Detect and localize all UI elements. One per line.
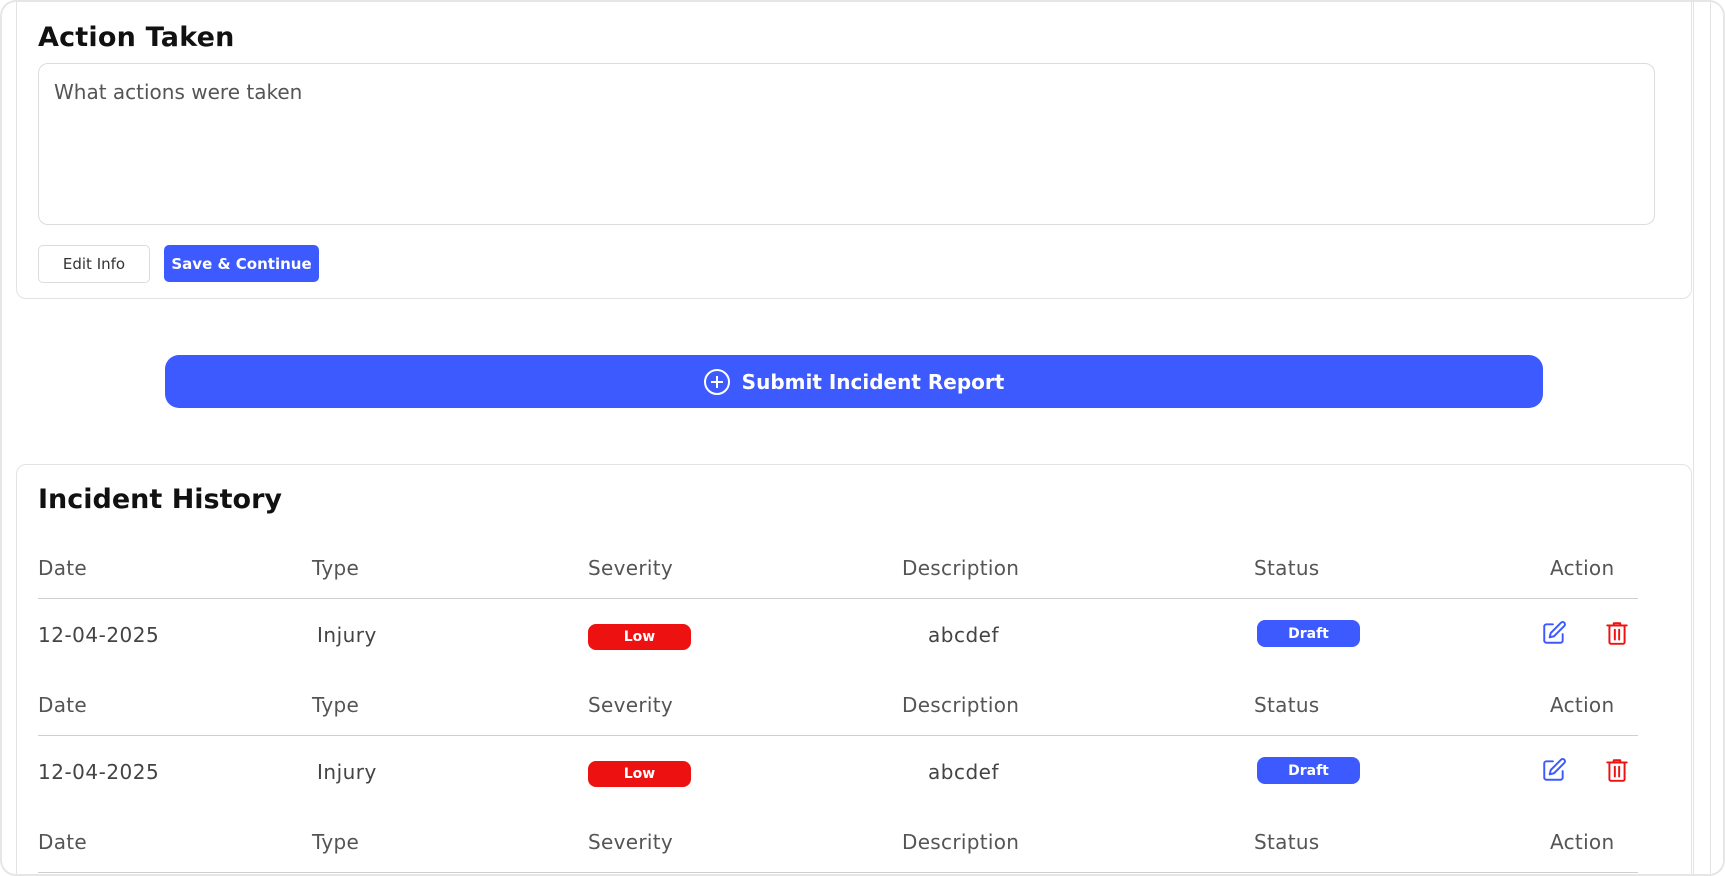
column-header-date: Date [38,830,88,854]
row-description: abcdef [928,623,999,647]
severity-badge: Low [588,761,691,787]
divider [38,735,1638,736]
action-taken-input[interactable] [38,63,1655,225]
row-description: abcdef [928,760,999,784]
page-frame: Action Taken Edit Info Save & Continue S… [0,0,1725,876]
edit-icon[interactable] [1541,757,1567,783]
column-header-description: Description [902,693,1020,717]
column-header-description: Description [902,830,1020,854]
edit-info-button[interactable]: Edit Info [38,245,150,283]
column-header-date: Date [38,556,88,580]
trash-icon[interactable] [1604,620,1630,646]
submit-incident-report-label: Submit Incident Report [741,369,1005,394]
table-header: Date Type Severity Description Status Ac… [38,830,1638,870]
column-header-type: Type [312,693,360,717]
table-row: 12-04-2025 Injury Low abcdef Draft [38,757,1638,800]
row-date: 12-04-2025 [38,623,160,647]
status-badge: Draft [1257,620,1360,647]
column-header-date: Date [38,693,88,717]
column-header-status: Status [1254,830,1320,854]
column-header-type: Type [312,830,360,854]
submit-incident-report-button[interactable]: Submit Incident Report [165,355,1543,408]
column-header-severity: Severity [588,693,673,717]
column-header-action: Action [1550,556,1615,580]
save-continue-button[interactable]: Save & Continue [164,245,319,282]
table-header: Date Type Severity Description Status Ac… [38,693,1638,733]
column-header-type: Type [312,556,360,580]
divider [38,872,1638,873]
plus-circle-icon [703,368,730,395]
column-header-severity: Severity [588,556,673,580]
column-header-status: Status [1254,693,1320,717]
row-date: 12-04-2025 [38,760,160,784]
table-header: Date Type Severity Description Status Ac… [38,556,1638,596]
scrollbar[interactable] [1693,2,1723,874]
divider [38,598,1638,599]
table-row: 12-04-2025 Injury Low abcdef Draft [38,620,1638,663]
row-type: Injury [317,623,377,647]
column-header-description: Description [902,556,1020,580]
column-header-severity: Severity [588,830,673,854]
trash-icon[interactable] [1604,757,1630,783]
action-taken-title: Action Taken [38,22,235,53]
incident-history-title: Incident History [38,484,282,515]
status-badge: Draft [1257,757,1360,784]
column-header-action: Action [1550,693,1615,717]
column-header-action: Action [1550,830,1615,854]
column-header-status: Status [1254,556,1320,580]
row-type: Injury [317,760,377,784]
incident-history-card [16,464,1692,874]
severity-badge: Low [588,624,691,650]
edit-icon[interactable] [1541,620,1567,646]
